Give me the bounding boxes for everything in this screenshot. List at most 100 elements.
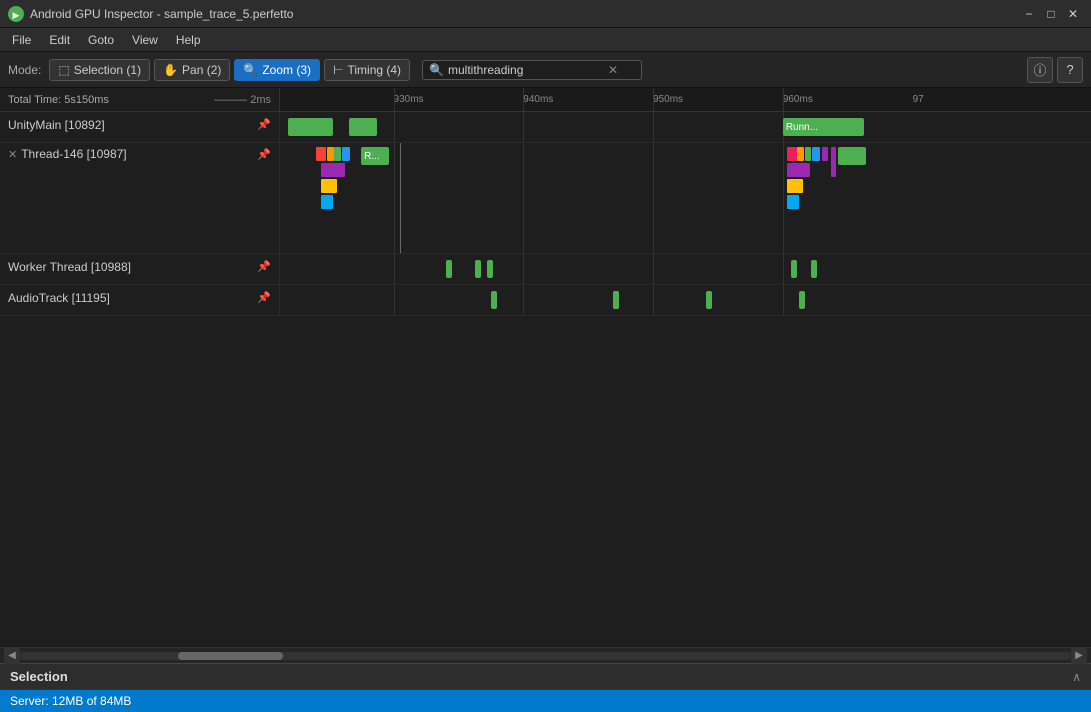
t146-bar-960-4 bbox=[812, 147, 820, 161]
unity-main-label: UnityMain [10892] bbox=[8, 118, 253, 132]
search-icon: 🔍 bbox=[429, 63, 444, 77]
t146-yellow-1 bbox=[321, 179, 337, 193]
vline-worker-1 bbox=[394, 254, 395, 284]
track-audio: AudioTrack [11195] 📌 bbox=[0, 285, 1091, 316]
timeline-ruler: 930ms 940ms 950ms 960ms 97 bbox=[280, 88, 1091, 111]
track-unity-main: UnityMain [10892] 📌 Runn... bbox=[0, 112, 1091, 143]
tick-930ms: 930ms bbox=[394, 94, 424, 105]
t146-r-bar: R... bbox=[361, 147, 389, 165]
zoom-label: Zoom (3) bbox=[262, 63, 311, 77]
track-name-audio: AudioTrack [11195] 📌 bbox=[0, 285, 280, 315]
mode-pan-button[interactable]: ✋ Pan (2) bbox=[154, 59, 230, 81]
t146-green-bar2 bbox=[838, 147, 866, 165]
search-input[interactable] bbox=[448, 63, 608, 77]
mode-zoom-button[interactable]: 🔍 Zoom (3) bbox=[234, 59, 320, 81]
selection-header[interactable]: Selection ∧ bbox=[0, 664, 1091, 690]
vline-audio-4 bbox=[783, 285, 784, 315]
thread-146-close-icon[interactable]: ✕ bbox=[8, 148, 17, 161]
selection-title: Selection bbox=[10, 669, 68, 684]
unity-event-runn: Runn... bbox=[783, 118, 864, 136]
pin-icon-unity[interactable]: 📌 bbox=[257, 118, 271, 131]
t146-bar-960-1 bbox=[787, 147, 797, 161]
selection-label: Selection (1) bbox=[74, 63, 141, 77]
timing-label: Timing (4) bbox=[347, 63, 401, 77]
pan-icon: ✋ bbox=[163, 63, 178, 77]
timeline-header: Total Time: 5s150ms ——— 2ms 930ms 940ms … bbox=[0, 88, 1091, 112]
worker-bar-1 bbox=[446, 260, 452, 278]
track-canvas-unity-main[interactable]: Runn... bbox=[280, 112, 1091, 142]
vline-audio-2 bbox=[523, 285, 524, 315]
vline-track2-4 bbox=[783, 143, 784, 253]
t146-cyan-2 bbox=[787, 195, 799, 209]
scroll-right-button[interactable]: ▶ bbox=[1071, 648, 1087, 664]
mode-bar: Mode: ⬚ Selection (1) ✋ Pan (2) 🔍 Zoom (… bbox=[0, 52, 1091, 88]
ruler-scale: 930ms 940ms 950ms 960ms 97 bbox=[280, 88, 1091, 111]
t146-purple-1 bbox=[321, 163, 345, 177]
search-clear-button[interactable]: ✕ bbox=[608, 63, 618, 77]
thread-146-header: ✕ Thread-146 [10987] 📌 bbox=[8, 147, 271, 161]
track-name-worker: Worker Thread [10988] 📌 bbox=[0, 254, 280, 284]
maximize-button[interactable]: □ bbox=[1041, 4, 1061, 24]
scale-label: ——— 2ms bbox=[214, 94, 271, 106]
track-name-thread-146: ✕ Thread-146 [10987] 📌 bbox=[0, 143, 280, 253]
t146-bar-2 bbox=[327, 147, 333, 161]
t146-bar-1 bbox=[316, 147, 326, 161]
pin-icon-worker[interactable]: 📌 bbox=[257, 260, 271, 273]
window-controls: − □ ✕ bbox=[1019, 4, 1083, 24]
vline-worker-3 bbox=[653, 254, 654, 284]
status-text: Server: 12MB of 84MB bbox=[10, 694, 131, 708]
t146-bar-4 bbox=[342, 147, 350, 161]
vline-audio-3 bbox=[653, 285, 654, 315]
svg-text:▶: ▶ bbox=[13, 10, 20, 20]
menu-help[interactable]: Help bbox=[168, 31, 209, 49]
tracks-area: UnityMain [10892] 📌 Runn... ✕ Thread-146… bbox=[0, 112, 1091, 647]
close-button[interactable]: ✕ bbox=[1063, 4, 1083, 24]
menu-file[interactable]: File bbox=[4, 31, 39, 49]
minimize-button[interactable]: − bbox=[1019, 4, 1039, 24]
empty-tracks-area bbox=[0, 316, 1091, 647]
vline-track1-2 bbox=[523, 112, 524, 142]
audio-bar-2 bbox=[613, 291, 619, 309]
track-thread-146: ✕ Thread-146 [10987] 📌 R... bbox=[0, 143, 1091, 254]
track-canvas-worker[interactable] bbox=[280, 254, 1091, 284]
timing-icon: ⊢ bbox=[333, 63, 343, 77]
menu-bar: File Edit Goto View Help bbox=[0, 28, 1091, 52]
mode-selection-button[interactable]: ⬚ Selection (1) bbox=[49, 59, 150, 81]
t146-bar-3 bbox=[334, 147, 340, 161]
t146-bar-960-5 bbox=[822, 147, 828, 161]
zoom-icon: 🔍 bbox=[243, 63, 258, 77]
mode-label: Mode: bbox=[8, 63, 41, 77]
worker-bar-5 bbox=[811, 260, 817, 278]
vline-audio-1 bbox=[394, 285, 395, 315]
total-time-label: Total Time: 5s150ms ——— 2ms bbox=[0, 88, 280, 111]
pin-icon-audio[interactable]: 📌 bbox=[257, 291, 271, 304]
vline-track2-3 bbox=[653, 143, 654, 253]
info-button[interactable]: ⓘ bbox=[1027, 57, 1053, 83]
help-buttons: ⓘ ? bbox=[1027, 57, 1083, 83]
scrollbar-track[interactable] bbox=[20, 652, 1071, 660]
tick-940ms: 940ms bbox=[523, 94, 553, 105]
menu-view[interactable]: View bbox=[124, 31, 166, 49]
mode-timing-button[interactable]: ⊢ Timing (4) bbox=[324, 59, 410, 81]
worker-bar-2 bbox=[475, 260, 481, 278]
t146-yellow-2 bbox=[787, 179, 803, 193]
track-canvas-thread-146[interactable]: R... bbox=[280, 143, 1091, 253]
pin-icon-thread146[interactable]: 📌 bbox=[257, 148, 271, 161]
track-name-unity-main: UnityMain [10892] 📌 bbox=[0, 112, 280, 142]
worker-bar-4 bbox=[791, 260, 797, 278]
track-canvas-audio[interactable] bbox=[280, 285, 1091, 315]
menu-edit[interactable]: Edit bbox=[41, 31, 78, 49]
audio-bar-4 bbox=[799, 291, 805, 309]
unity-event-2 bbox=[349, 118, 377, 136]
scrollbar-thumb[interactable] bbox=[178, 652, 283, 660]
vline-worker-4 bbox=[783, 254, 784, 284]
audio-bar-3 bbox=[706, 291, 712, 309]
scroll-left-button[interactable]: ◀ bbox=[4, 648, 20, 664]
t146-cyan-1 bbox=[321, 195, 333, 209]
status-bar: Server: 12MB of 84MB bbox=[0, 690, 1091, 712]
vline-track1-3 bbox=[653, 112, 654, 142]
help-button[interactable]: ? bbox=[1057, 57, 1083, 83]
menu-goto[interactable]: Goto bbox=[80, 31, 122, 49]
audio-bar-1 bbox=[491, 291, 497, 309]
tick-960ms: 960ms bbox=[783, 94, 813, 105]
